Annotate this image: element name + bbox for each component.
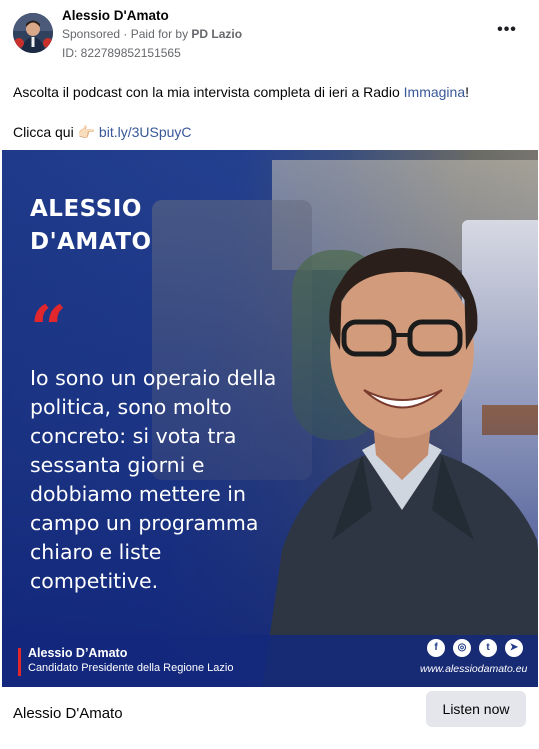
ad-headline-name: ALESSIO D'AMATO bbox=[30, 196, 152, 255]
signature-name: Alessio D’Amato bbox=[28, 646, 128, 660]
ad-image[interactable]: ALESSIO D'AMATO “ Io sono un operaio del… bbox=[2, 150, 538, 687]
more-options-icon[interactable]: ••• bbox=[496, 20, 518, 42]
twitter-icon: t bbox=[479, 639, 497, 657]
radio-immagina-link[interactable]: Immagina bbox=[404, 84, 465, 100]
listen-now-button[interactable]: Listen now bbox=[426, 691, 526, 727]
paid-for-by: PD Lazio bbox=[191, 27, 243, 41]
post-header: Alessio D'Amato Sponsored · Paid for by … bbox=[0, 0, 539, 76]
signature-role: Candidato Presidente della Regione Lazio bbox=[28, 662, 234, 674]
candidate-photo bbox=[262, 248, 538, 687]
telegram-icon: ➤ bbox=[505, 639, 523, 657]
ad-post-card: Alessio D'Amato Sponsored · Paid for by … bbox=[0, 0, 539, 749]
cta-bar: Alessio D'Amato Listen now bbox=[0, 687, 539, 749]
accent-bar bbox=[18, 648, 21, 676]
quote-mark-icon: “ bbox=[30, 292, 67, 367]
facebook-icon: f bbox=[427, 639, 445, 657]
ad-quote: Io sono un operaio della politica, sono … bbox=[30, 366, 277, 593]
meta-separator: · bbox=[120, 27, 131, 41]
paid-for-prefix: Paid for by bbox=[130, 27, 192, 41]
website-text: www.alessiodamato.eu bbox=[420, 663, 528, 675]
avatar[interactable] bbox=[13, 13, 53, 53]
post-text-line-1: Ascolta il podcast con la mia intervista… bbox=[13, 84, 469, 100]
cta-page-name[interactable]: Alessio D'Amato bbox=[13, 705, 123, 722]
post-text: Ascolta il podcast con la mia intervista… bbox=[13, 82, 523, 142]
social-icons: f ◎ t ➤ bbox=[427, 639, 523, 659]
pointing-hand-emoji: 👉🏻 bbox=[77, 124, 96, 140]
sponsored-line: Sponsored · Paid for by PD Lazio bbox=[62, 27, 242, 41]
ad-id: ID: 822789852151565 bbox=[62, 46, 181, 60]
sponsored-label: Sponsored bbox=[62, 27, 121, 41]
post-author[interactable]: Alessio D'Amato bbox=[62, 8, 169, 23]
short-link[interactable]: bit.ly/3USpuyC bbox=[99, 124, 192, 140]
instagram-icon: ◎ bbox=[453, 639, 471, 657]
post-text-line-2: Clicca qui 👉🏻 bit.ly/3USpuyC bbox=[13, 124, 192, 140]
